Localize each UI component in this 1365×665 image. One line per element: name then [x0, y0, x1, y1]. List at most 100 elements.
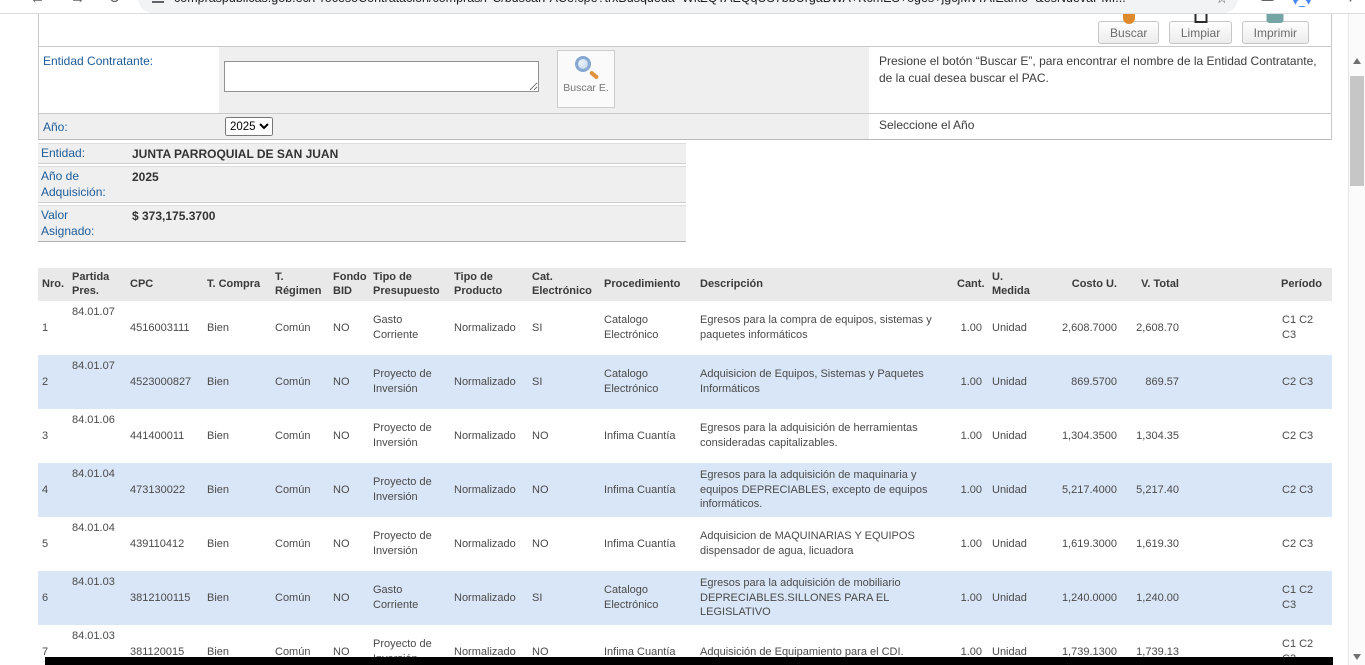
- cell-periodo: C1 C2 C3: [1185, 301, 1332, 355]
- cell-tipo_presupuesto: Proyecto de Inversión: [369, 355, 450, 409]
- cell-u_medida: Unidad: [988, 517, 1043, 571]
- entidad-contratante-label: Entidad Contratante:: [39, 47, 219, 113]
- cell-descripcion: Adquisicion de Equipos, Sistemas y Paque…: [696, 355, 953, 409]
- entidad-contratante-row: Entidad Contratante: Buscar E. Presione …: [39, 47, 1331, 114]
- cell-periodo: C2 C3: [1185, 355, 1332, 409]
- anio-row: Año: 2025 Seleccione el Año: [39, 114, 1331, 139]
- buscar-button-wrap: Buscar: [1098, 21, 1159, 44]
- cell-cpc: 3812100115: [126, 571, 203, 625]
- buscar-entidad-button[interactable]: Buscar E.: [557, 50, 615, 108]
- side-panel-icon[interactable]: [1260, 0, 1275, 1]
- cell-costo_u: 1,619.3000: [1043, 517, 1123, 571]
- cell-partida: 84.01.03: [68, 571, 126, 625]
- scroll-down-icon[interactable]: [1353, 654, 1361, 660]
- valor-asignado-value: $ 373,175.3700: [126, 206, 686, 241]
- column-header-procedimiento: Procedimiento: [600, 268, 696, 301]
- cell-tipo_presupuesto: Proyecto de Inversión: [369, 463, 450, 517]
- scroll-up-icon[interactable]: [1353, 58, 1361, 64]
- column-header-u-medida: U. Medida: [988, 268, 1043, 301]
- limpiar-button-wrap: Limpiar: [1169, 21, 1232, 44]
- cell-cpc: 4523000827: [126, 355, 203, 409]
- cell-costo_u: 5,217.4000: [1043, 463, 1123, 517]
- cell-nro: 5: [38, 517, 68, 571]
- browser-menu-icon[interactable]: ⋮: [1343, 0, 1358, 4]
- cell-procedimiento: Catalogo Electrónico: [600, 571, 696, 625]
- cell-procedimiento: Catalogo Electrónico: [600, 355, 696, 409]
- toolbar: Buscar Limpiar Imprimir: [39, 14, 1331, 47]
- cell-u_medida: Unidad: [988, 301, 1043, 355]
- site-info-icon[interactable]: [152, 0, 164, 3]
- cell-cpc: 439110412: [126, 517, 203, 571]
- cell-fondo_bid: NO: [329, 301, 369, 355]
- cell-descripcion: Egresos para la adquisición de herramien…: [696, 409, 953, 463]
- entidad-contratante-textarea[interactable]: [224, 61, 539, 92]
- eraser-icon: [1194, 14, 1207, 23]
- cell-partida: 84.01.04: [68, 463, 126, 517]
- back-icon[interactable]: ←: [30, 0, 45, 14]
- bookmark-star-icon[interactable]: ☆: [1215, 0, 1228, 13]
- cell-procedimiento: Infima Cuantía: [600, 517, 696, 571]
- address-bar[interactable]: compraspublicas.gob.ec/ProcesoContrataci…: [138, 0, 1238, 13]
- table-header-row: Nro. Partida Pres. CPC T. Compra T. Régi…: [38, 268, 1332, 301]
- cell-t_compra: Bien: [203, 409, 271, 463]
- cell-partida: 84.01.07: [68, 355, 126, 409]
- cell-cpc: 473130022: [126, 463, 203, 517]
- entity-info-row: Año de Adquisición: 2025: [38, 166, 686, 203]
- cell-periodo: C1 C2 C3: [1185, 571, 1332, 625]
- cell-tipo_producto: Normalizado: [450, 355, 528, 409]
- cell-costo_u: 2,608.7000: [1043, 301, 1123, 355]
- column-header-t-compra: T. Compra: [203, 268, 271, 301]
- buscar-button[interactable]: Buscar: [1098, 21, 1159, 44]
- cell-cat_electronico: SI: [528, 301, 600, 355]
- column-header-cat-electronico: Cat. Electrónico: [528, 268, 600, 301]
- cell-partida: 84.01.07: [68, 301, 126, 355]
- cell-cat_electronico: SI: [528, 571, 600, 625]
- cell-nro: 2: [38, 355, 68, 409]
- reload-icon[interactable]: ↻: [108, 0, 121, 14]
- cell-descripcion: Egresos para la adquisición de mobiliari…: [696, 571, 953, 625]
- cell-procedimiento: Infima Cuantía: [600, 463, 696, 517]
- cell-tipo_producto: Normalizado: [450, 301, 528, 355]
- cell-v_total: 5,217.40: [1123, 463, 1185, 517]
- column-header-fondo-bid: Fondo BID: [329, 268, 369, 301]
- column-header-descripcion: Descripción: [696, 268, 953, 301]
- cell-costo_u: 1,240.0000: [1043, 571, 1123, 625]
- table-row: 384.01.06441400011BienComúnNOProyecto de…: [38, 409, 1332, 463]
- cell-partida: 84.01.04: [68, 517, 126, 571]
- entidad-help-text: Presione el botón “Buscar E”, para encon…: [869, 47, 1331, 113]
- limpiar-button[interactable]: Limpiar: [1169, 21, 1232, 44]
- cell-partida: 84.01.06: [68, 409, 126, 463]
- vertical-scrollbar[interactable]: [1348, 14, 1365, 665]
- cell-tipo_producto: Normalizado: [450, 463, 528, 517]
- cell-v_total: 1,619.30: [1123, 517, 1185, 571]
- cell-tipo_presupuesto: Proyecto de Inversión: [369, 517, 450, 571]
- cell-cant: 1.00: [953, 409, 988, 463]
- cell-t_compra: Bien: [203, 355, 271, 409]
- entidad-value: JUNTA PARROQUIAL DE SAN JUAN: [126, 144, 686, 163]
- profile-avatar[interactable]: [1293, 0, 1311, 7]
- cell-tipo_presupuesto: Proyecto de Inversión: [369, 409, 450, 463]
- column-header-cant: Cant.: [953, 268, 988, 301]
- cell-t_regimen: Común: [271, 517, 329, 571]
- scrollbar-thumb[interactable]: [1350, 76, 1364, 186]
- cell-periodo: C2 C3: [1185, 463, 1332, 517]
- column-header-periodo: Período: [1185, 268, 1332, 301]
- cell-fondo_bid: NO: [329, 517, 369, 571]
- cell-t_regimen: Común: [271, 301, 329, 355]
- forward-icon[interactable]: →: [70, 0, 85, 14]
- column-header-costo-u: Costo U.: [1043, 268, 1123, 301]
- cell-cat_electronico: NO: [528, 409, 600, 463]
- cell-cant: 1.00: [953, 571, 988, 625]
- imprimir-button[interactable]: Imprimir: [1242, 21, 1309, 44]
- anio-select[interactable]: 2025: [225, 117, 273, 136]
- cell-fondo_bid: NO: [329, 409, 369, 463]
- table-row: 284.01.074523000827BienComúnNOProyecto d…: [38, 355, 1332, 409]
- cell-v_total: 2,608.70: [1123, 301, 1185, 355]
- cell-costo_u: 1,304.3500: [1043, 409, 1123, 463]
- magnifier-icon: [575, 56, 597, 78]
- cell-cant: 1.00: [953, 463, 988, 517]
- anio-adquisicion-label: Año de Adquisición:: [38, 167, 126, 202]
- cell-nro: 1: [38, 301, 68, 355]
- cell-t_compra: Bien: [203, 463, 271, 517]
- cell-u_medida: Unidad: [988, 571, 1043, 625]
